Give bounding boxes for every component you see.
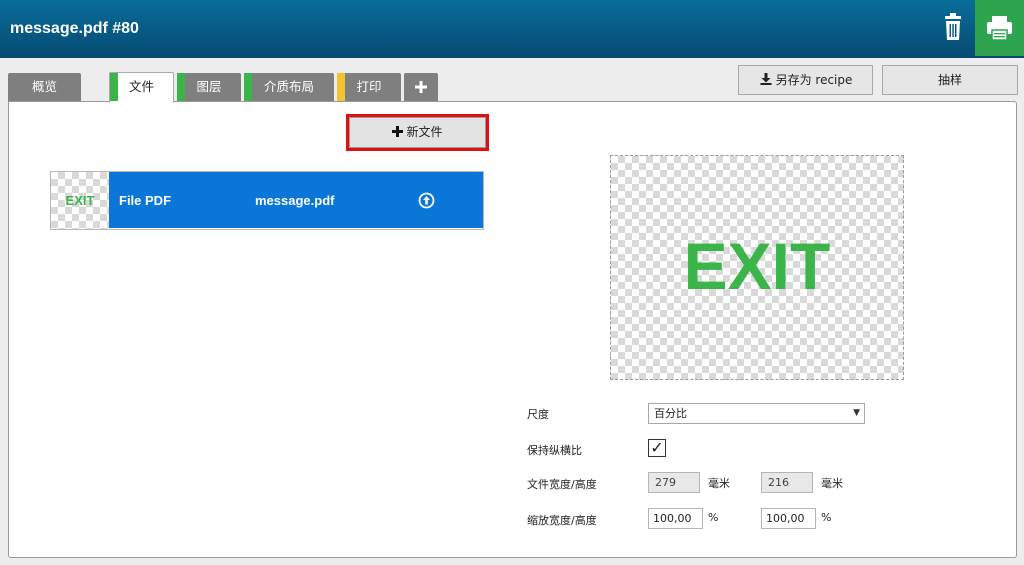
keep-aspect-label: 保持纵横比 [527, 444, 582, 457]
tab-stripe [177, 73, 185, 101]
document-size-label: 文件宽度/高度 [527, 478, 597, 491]
plus-icon [415, 81, 427, 93]
print-button[interactable] [975, 0, 1024, 56]
zoom-width-unit: % [708, 511, 719, 524]
tab-overview[interactable]: 概览 [8, 73, 81, 101]
printer-icon [987, 16, 1012, 41]
file-name: message.pdf [255, 193, 335, 208]
preview-content: EXIT [683, 229, 831, 303]
height-unit: 毫米 [821, 477, 843, 490]
tab-layers[interactable]: 图层 [177, 73, 241, 101]
keep-aspect-checkbox[interactable]: ✓ [648, 439, 666, 457]
save-as-recipe-button[interactable]: 另存为 recipe [738, 65, 873, 95]
document-title: message.pdf #80 [10, 20, 139, 37]
new-file-button[interactable]: 新文件 [349, 117, 486, 148]
file-type: File PDF [119, 193, 172, 208]
width-unit: 毫米 [708, 477, 730, 490]
zoom-height-unit: % [821, 511, 832, 524]
title-bar: message.pdf #80 [0, 0, 1024, 58]
tab-stripe [337, 73, 345, 101]
chevron-down-icon: ▼ [853, 408, 860, 418]
tab-print[interactable]: 打印 [337, 73, 401, 101]
scale-label: 尺度 [527, 408, 549, 421]
download-icon [760, 73, 772, 85]
scale-select[interactable]: 百分比 ▼ [648, 403, 865, 424]
trash-icon[interactable] [935, 9, 971, 47]
tab-stripe [244, 73, 252, 101]
tab-file[interactable]: 文件 [109, 72, 174, 103]
tab-media-layout[interactable]: 介质布局 [244, 73, 334, 101]
plus-icon [392, 126, 404, 137]
zoom-height-input[interactable]: 100,00 [761, 508, 816, 529]
document-width-field: 279 [648, 472, 700, 493]
zoom-width-input[interactable]: 100,00 [648, 508, 703, 529]
file-thumbnail: EXIT [51, 172, 109, 229]
file-list-item[interactable]: EXIT File PDF message.pdf [50, 171, 484, 230]
upload-icon[interactable] [418, 192, 435, 209]
file-preview: EXIT [610, 155, 904, 380]
file-info: File PDF message.pdf [109, 172, 483, 228]
document-height-field: 216 [761, 472, 813, 493]
sample-button[interactable]: 抽样 [882, 65, 1018, 95]
zoom-size-label: 缩放宽度/高度 [527, 514, 597, 527]
add-tab-button[interactable] [404, 73, 438, 101]
tab-stripe [110, 73, 118, 101]
